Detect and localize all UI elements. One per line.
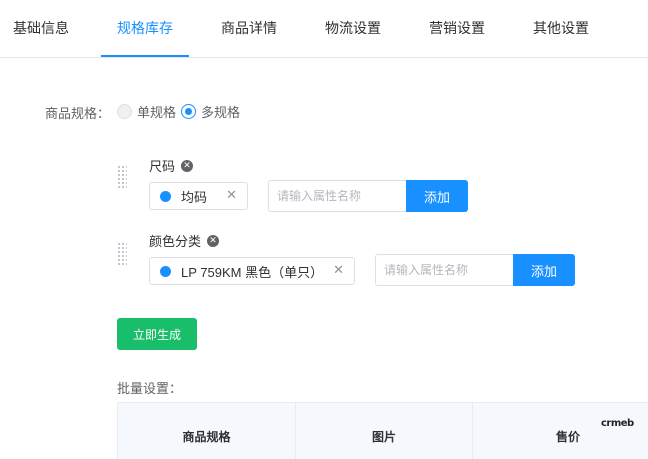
add-attribute-value-button[interactable]: 添加 (406, 180, 468, 212)
remove-attribute-icon[interactable]: ✕ (181, 159, 194, 172)
attribute-name-text: 颜色分类 (149, 234, 202, 249)
attribute-value-input[interactable] (268, 180, 406, 212)
attribute-value-input[interactable] (375, 254, 513, 286)
attribute-name-text: 尺码 (149, 159, 176, 174)
attribute-value-text: 均码 (181, 189, 208, 205)
close-icon[interactable]: ✕ (226, 188, 237, 203)
watermark-logo: crmeb (601, 418, 634, 429)
attribute-name: 颜色分类 ✕ (149, 231, 220, 250)
tab-other[interactable]: 其他设置 (533, 0, 589, 58)
generate-button[interactable]: 立即生成 (117, 318, 197, 350)
column-header-price: 售价 (555, 430, 580, 444)
attribute-value-tag: LP 759KM 黑色（单只） ✕ (149, 257, 355, 285)
column-header-image: 图片 (296, 403, 473, 459)
column-header-spec: 商品规格 (118, 403, 296, 459)
tab-product-detail[interactable]: 商品详情 (221, 0, 277, 58)
batch-settings-label: 批量设置： (117, 381, 183, 396)
tag-dot-icon (160, 265, 171, 277)
radio-single-spec[interactable]: 单规格 (117, 103, 177, 120)
radio-multi-spec[interactable]: 多规格 (181, 103, 241, 120)
attribute-value-text: LP 759KM 黑色（单只） (181, 264, 324, 280)
active-tab-indicator (101, 55, 189, 57)
tab-spec-stock[interactable]: 规格库存 (117, 0, 173, 58)
sku-table-header: 商品规格 图片 售价 (117, 402, 648, 459)
drag-handle-icon[interactable] (117, 242, 127, 266)
attribute-value-tag: 均码 ✕ (149, 182, 248, 210)
add-attribute-value-button[interactable]: 添加 (513, 254, 575, 286)
spec-type-label: 商品规格： (45, 106, 111, 121)
drag-handle-icon[interactable] (117, 165, 127, 189)
tab-basic-info[interactable]: 基础信息 (13, 0, 69, 58)
close-icon[interactable]: ✕ (333, 263, 344, 278)
attribute-name: 尺码 ✕ (149, 156, 194, 175)
tab-logistics[interactable]: 物流设置 (325, 0, 381, 58)
radio-single-spec-label: 单规格 (137, 104, 177, 120)
tab-bar: 基础信息 规格库存 商品详情 物流设置 营销设置 其他设置 (0, 0, 648, 58)
radio-multi-spec-label: 多规格 (201, 104, 241, 120)
remove-attribute-icon[interactable]: ✕ (207, 234, 220, 247)
radio-checked-icon (181, 103, 196, 119)
tab-marketing[interactable]: 营销设置 (429, 0, 485, 58)
tag-dot-icon (160, 190, 171, 202)
radio-unchecked-icon (117, 103, 132, 119)
